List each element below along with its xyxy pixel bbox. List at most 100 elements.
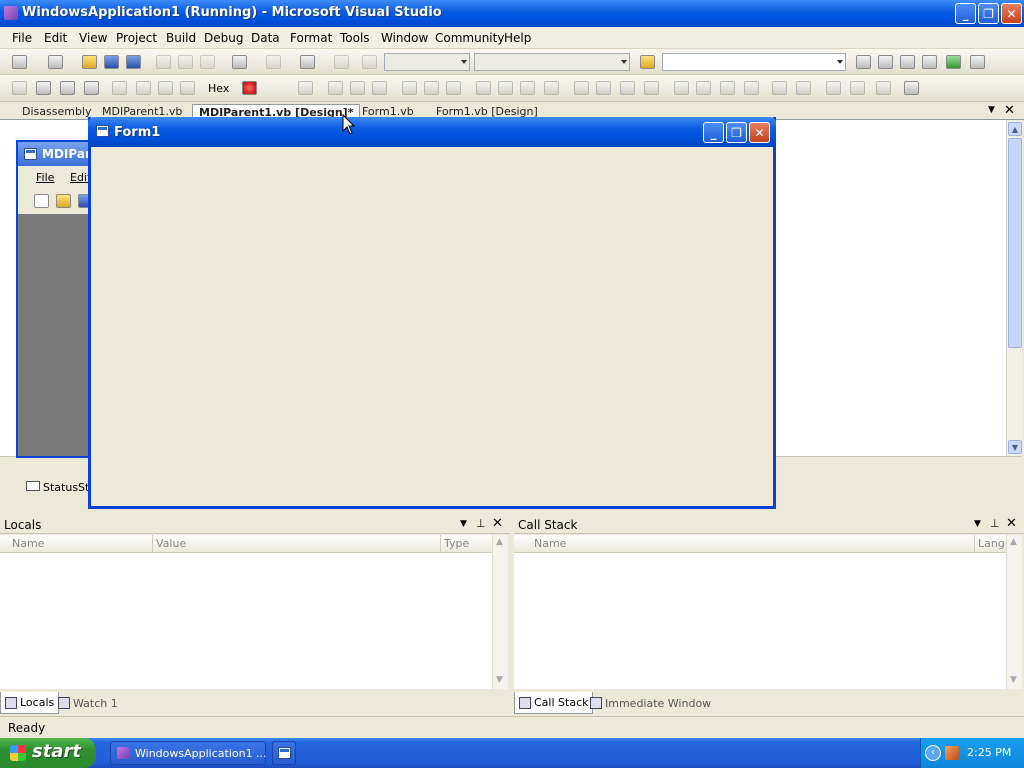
layout-options-icon[interactable] (904, 81, 919, 95)
redo-icon[interactable] (266, 55, 281, 69)
align-centers-icon[interactable] (350, 81, 365, 95)
tab-watch1[interactable]: Watch 1 (54, 692, 122, 714)
form1-minimize-button[interactable]: _ (703, 122, 724, 143)
new-file-icon[interactable] (34, 194, 49, 208)
solution-configuration-combo[interactable] (384, 53, 470, 71)
scroll-up-icon[interactable]: ▲ (496, 537, 503, 547)
add-item-icon[interactable] (48, 55, 63, 69)
other-windows-icon[interactable] (970, 55, 985, 69)
decrease-vertical-spacing-icon[interactable] (720, 81, 735, 95)
center-vertically-icon[interactable] (796, 81, 811, 95)
start-debugging-icon[interactable] (362, 55, 377, 69)
show-hidden-icons-icon[interactable]: ‹ (925, 745, 941, 761)
menu-help[interactable]: Help (504, 31, 531, 45)
form1-close-button[interactable]: ✕ (749, 122, 770, 143)
center-horizontally-icon[interactable] (772, 81, 787, 95)
start-page-icon[interactable] (946, 55, 961, 69)
clock[interactable]: 2:25 PM (967, 746, 1011, 759)
align-tops-icon[interactable] (402, 81, 417, 95)
find-in-files-icon[interactable] (640, 55, 655, 69)
decrease-horizontal-spacing-icon[interactable] (620, 81, 635, 95)
column-language[interactable]: Langu (978, 537, 1006, 550)
size-to-grid-icon[interactable] (520, 81, 535, 95)
remove-horizontal-spacing-icon[interactable] (644, 81, 659, 95)
locals-scrollbar[interactable]: ▲ ▼ (492, 535, 508, 689)
make-same-width-icon[interactable] (476, 81, 491, 95)
locals-grid[interactable] (0, 553, 492, 689)
scroll-up-icon[interactable]: ▲ (1008, 122, 1022, 136)
paste-icon[interactable] (200, 55, 215, 69)
scroll-down-icon[interactable]: ▼ (1008, 440, 1022, 454)
menu-file[interactable]: File (12, 31, 32, 45)
tab-immediate-window[interactable]: Immediate Window (586, 692, 715, 714)
taskbar-item-visual-studio[interactable]: WindowsApplication1 ... (110, 741, 267, 765)
mdi-menu-file[interactable]: File (36, 171, 54, 184)
tab-disassembly[interactable]: Disassembly (16, 104, 98, 120)
find-combo[interactable] (662, 53, 846, 71)
scroll-thumb[interactable] (1008, 138, 1022, 348)
hex-toggle-button[interactable]: Hex (208, 82, 229, 95)
pane-options-dropdown-icon[interactable]: ▼ (460, 519, 467, 529)
object-browser-icon[interactable] (900, 55, 915, 69)
solution-platform-combo[interactable] (474, 53, 630, 71)
menu-view[interactable]: View (79, 31, 107, 45)
menu-edit[interactable]: Edit (44, 31, 67, 45)
breakpoints-icon[interactable] (242, 81, 257, 95)
scroll-down-icon[interactable]: ▼ (496, 675, 503, 685)
step-out-icon[interactable] (180, 81, 195, 95)
open-file-icon[interactable] (82, 55, 97, 69)
save-all-icon[interactable] (126, 55, 141, 69)
scroll-up-icon[interactable]: ▲ (1010, 537, 1017, 547)
copy-icon[interactable] (178, 55, 193, 69)
navigate-backward-icon[interactable] (300, 55, 315, 69)
pin-icon[interactable]: ⊥ (990, 517, 1000, 530)
menu-data[interactable]: Data (251, 31, 280, 45)
menu-build[interactable]: Build (166, 31, 196, 45)
close-button[interactable]: ✕ (1001, 3, 1022, 24)
menu-window[interactable]: Window (381, 31, 428, 45)
align-rights-icon[interactable] (372, 81, 387, 95)
column-value[interactable]: Value (156, 537, 186, 550)
make-same-size-icon[interactable] (544, 81, 559, 95)
menu-project[interactable]: Project (116, 31, 157, 45)
restart-icon[interactable] (84, 81, 99, 95)
restore-button[interactable]: ❐ (978, 3, 999, 24)
align-lefts-icon[interactable] (328, 81, 343, 95)
navigate-forward-icon[interactable] (334, 55, 349, 69)
show-next-statement-icon[interactable] (112, 81, 127, 95)
make-same-height-icon[interactable] (498, 81, 513, 95)
close-pane-icon[interactable]: ✕ (492, 516, 503, 531)
toolbox-icon[interactable] (922, 55, 937, 69)
align-to-grid-icon[interactable] (298, 81, 313, 95)
tab-order-icon[interactable] (876, 81, 891, 95)
properties-window-icon[interactable] (878, 55, 893, 69)
column-type[interactable]: Type (444, 537, 469, 550)
tab-list-dropdown-icon[interactable]: ▼ (988, 105, 995, 115)
callstack-scrollbar[interactable]: ▲ ▼ (1006, 535, 1022, 689)
add-project-icon[interactable] (12, 55, 27, 69)
start-button[interactable]: start (0, 738, 96, 768)
step-over-icon[interactable] (158, 81, 173, 95)
designer-vertical-scrollbar[interactable]: ▲ ▼ (1006, 120, 1022, 456)
open-file-icon[interactable] (56, 194, 71, 208)
save-icon[interactable] (104, 55, 119, 69)
menu-community[interactable]: Community (435, 31, 504, 45)
step-into-icon[interactable] (136, 81, 151, 95)
vertical-spacing-equal-icon[interactable] (674, 81, 689, 95)
send-to-back-icon[interactable] (850, 81, 865, 95)
menu-tools[interactable]: Tools (340, 31, 370, 45)
undo-icon[interactable] (232, 55, 247, 69)
form1-maximize-button[interactable]: ❐ (726, 122, 747, 143)
menu-format[interactable]: Format (290, 31, 332, 45)
cut-icon[interactable] (156, 55, 171, 69)
increase-vertical-spacing-icon[interactable] (696, 81, 711, 95)
menu-debug[interactable]: Debug (204, 31, 243, 45)
bring-to-front-icon[interactable] (826, 81, 841, 95)
tray-app-icon[interactable] (945, 746, 959, 760)
column-name[interactable]: Name (12, 537, 44, 550)
scroll-down-icon[interactable]: ▼ (1010, 675, 1017, 685)
tab-call-stack[interactable]: Call Stack (514, 692, 594, 714)
close-document-icon[interactable]: ✕ (1004, 103, 1015, 118)
form1-window[interactable]: Form1 _ ❐ ✕ (88, 117, 776, 509)
taskbar-item-form1[interactable] (272, 741, 296, 765)
